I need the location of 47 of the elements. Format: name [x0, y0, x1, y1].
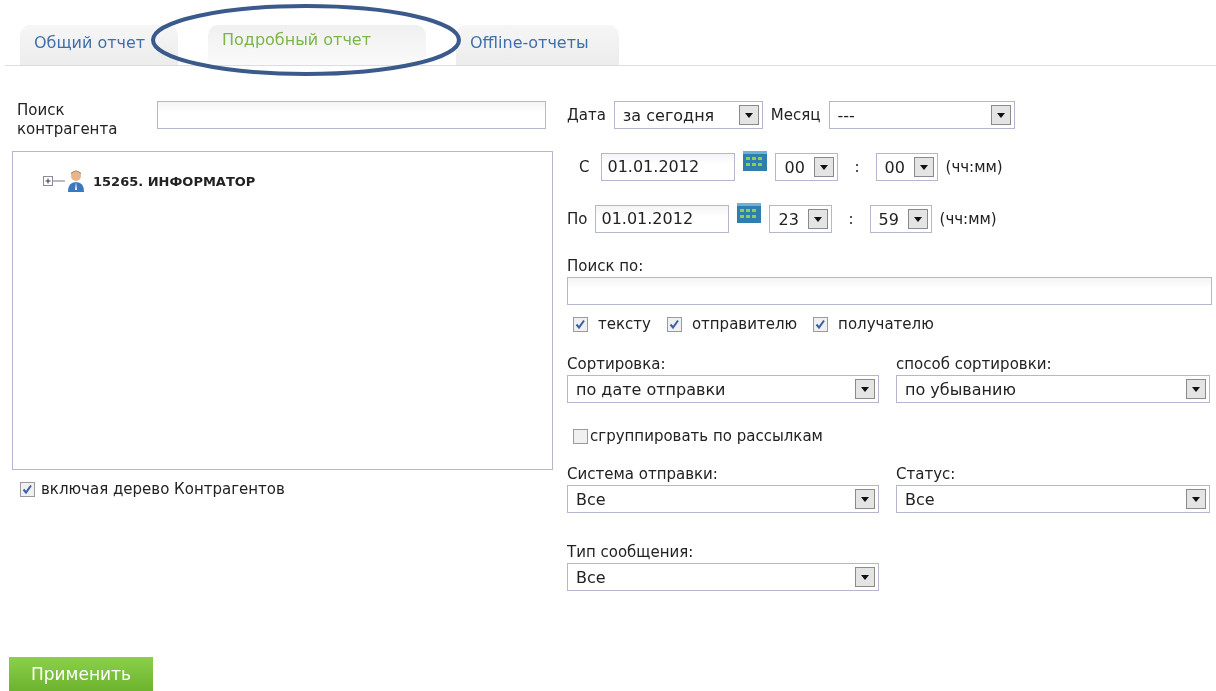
dropdown[interactable]: по дате отправки: [567, 375, 879, 403]
tree-item[interactable]: 15265. ИНФОРМАТОР: [93, 173, 256, 189]
field-label: С: [579, 158, 590, 176]
checkbox[interactable]: [573, 428, 588, 444]
format-hint: (чч:мм): [945, 158, 1003, 176]
dropdown[interactable]: за сегодня: [613, 101, 763, 129]
dropdown[interactable]: 23: [769, 205, 833, 233]
checkbox-label: тексту: [598, 315, 651, 333]
checkbox-label: отправителю: [691, 315, 798, 333]
field-label: Сортировка:: [567, 355, 667, 373]
checkbox-label: включая дерево Контрагентов: [41, 480, 285, 498]
tab[interactable]: Общий отчет: [20, 25, 178, 65]
time-separator: :: [848, 210, 854, 228]
dropdown[interactable]: 59: [869, 205, 932, 233]
dropdown[interactable]: Все: [567, 563, 879, 591]
checkbox[interactable]: [20, 481, 35, 497]
user-icon: [67, 170, 85, 192]
format-hint: (чч:мм): [939, 210, 997, 228]
dropdown[interactable]: 00: [775, 153, 839, 181]
field-label: Статус:: [896, 465, 957, 483]
checkbox-label: сгруппировать по рассылкам: [590, 427, 823, 445]
checkbox[interactable]: [573, 316, 588, 332]
dropdown[interactable]: по убыванию: [896, 375, 1210, 403]
checkbox[interactable]: [666, 316, 682, 332]
dropdown[interactable]: 00: [875, 153, 938, 181]
dropdown[interactable]: ---: [828, 101, 1015, 129]
field-label: Тип сообщения:: [567, 543, 695, 561]
tab[interactable]: Offline-отчеты: [456, 25, 619, 65]
search-field[interactable]: [157, 101, 546, 129]
field-label: По: [567, 210, 588, 228]
calendar-icon[interactable]: [737, 203, 762, 223]
checkbox[interactable]: [813, 316, 829, 332]
calendar-icon[interactable]: [743, 151, 768, 171]
checkbox-label: получателю: [838, 315, 934, 333]
expand-icon[interactable]: [43, 174, 65, 188]
field-label: Поиск контрагента: [17, 101, 119, 139]
field-label: Дата: [567, 106, 606, 124]
date-field[interactable]: 01.01.2012: [595, 205, 730, 233]
time-separator: :: [854, 158, 860, 176]
search-field[interactable]: [567, 277, 1212, 305]
field-label: способ сортировки:: [896, 355, 1053, 373]
dropdown[interactable]: Все: [896, 485, 1210, 513]
dropdown[interactable]: Все: [567, 485, 879, 513]
date-field[interactable]: 01.01.2012: [601, 153, 736, 181]
field-label: Система отправки:: [567, 465, 719, 483]
field-label: Поиск по:: [567, 257, 645, 275]
field-label: Месяц: [770, 106, 821, 124]
